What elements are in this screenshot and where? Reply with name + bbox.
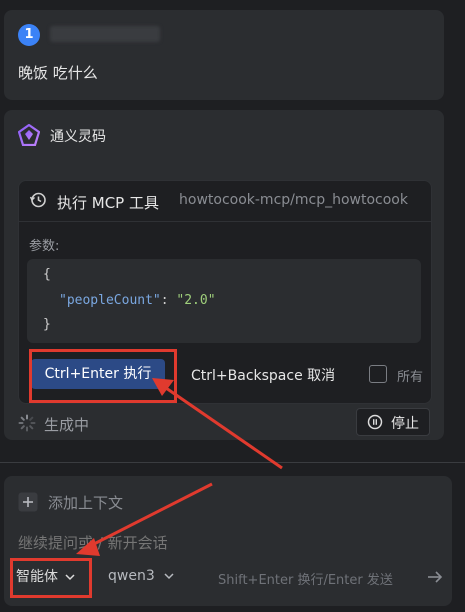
- generating-status-row: 生成中 停止: [4, 404, 444, 440]
- send-hint: Shift+Enter 换行/Enter 发送: [218, 573, 393, 588]
- add-context-button[interactable]: 添加上下文: [48, 492, 123, 513]
- generating-text: 生成中: [44, 416, 90, 434]
- user-message-card: 1 晚饭 吃什么: [4, 10, 444, 100]
- json-colon: :: [160, 293, 177, 308]
- all-checkbox-label: 所有: [397, 370, 424, 385]
- assistant-message-card: 通义灵码 执行 MCP 工具 howtocook-mcp/mcp_howtoco…: [4, 110, 444, 440]
- chat-input-box: 添加上下文 智能体 qwen3 Shift+Enter 换行/Enter 发送: [4, 476, 452, 606]
- chevron-down-icon: [164, 573, 174, 580]
- tongyi-logo-icon: [18, 124, 40, 146]
- history-icon: [29, 192, 46, 208]
- run-button-highlight: [29, 349, 177, 403]
- code-param-line: "peopleCount": "2.0": [59, 293, 216, 308]
- all-checkbox[interactable]: [369, 365, 387, 383]
- send-arrow-icon[interactable]: [426, 568, 444, 586]
- cancel-tool-button[interactable]: Ctrl+Backspace 取消: [191, 365, 335, 385]
- model-label: qwen3: [108, 568, 155, 584]
- chat-input[interactable]: [18, 534, 438, 552]
- stop-icon: [367, 414, 383, 430]
- spinner-icon: [18, 414, 36, 432]
- code-close-brace: }: [43, 317, 51, 332]
- code-open-brace: {: [43, 267, 51, 282]
- params-label: 参数:: [29, 239, 60, 254]
- user-message-text: 晚饭 吃什么: [18, 64, 98, 82]
- json-key: "peopleCount": [59, 293, 161, 308]
- divider: [0, 462, 465, 463]
- model-select[interactable]: qwen3: [108, 568, 175, 584]
- json-value: "2.0": [176, 293, 216, 308]
- stop-button[interactable]: 停止: [356, 408, 430, 436]
- params-code-block: { "peopleCount": "2.0" }: [27, 259, 421, 343]
- agent-mode-highlight: [10, 558, 92, 598]
- tool-header: 执行 MCP 工具 howtocook-mcp/mcp_howtocook: [19, 181, 431, 222]
- user-avatar: 1: [18, 24, 40, 46]
- tool-title: 执行 MCP 工具: [57, 194, 159, 212]
- mcp-tool-panel: 执行 MCP 工具 howtocook-mcp/mcp_howtocook 参数…: [18, 180, 432, 404]
- user-name-redacted: [50, 26, 160, 42]
- assistant-name: 通义灵码: [50, 129, 106, 145]
- plus-icon[interactable]: [18, 492, 38, 512]
- tool-path: howtocook-mcp/mcp_howtocook: [179, 192, 408, 208]
- stop-label: 停止: [391, 416, 419, 432]
